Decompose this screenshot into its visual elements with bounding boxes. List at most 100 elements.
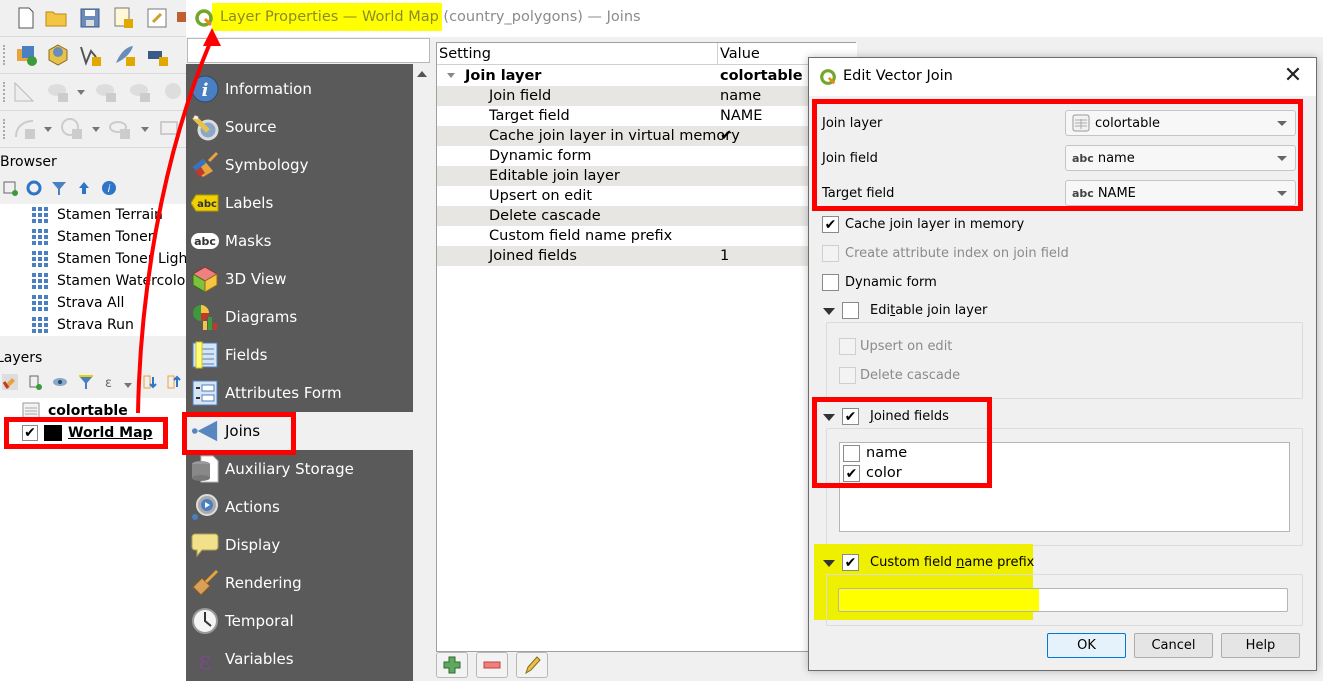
cache-join-layer-checkbox[interactable]: ✔: [822, 216, 839, 233]
offset-icon[interactable]: [162, 80, 186, 104]
open-project-icon[interactable]: [44, 6, 68, 30]
new-virtual-layer-icon[interactable]: [145, 43, 169, 67]
sidebar-item-diagrams[interactable]: Diagrams: [186, 298, 413, 336]
dynamic-form-label[interactable]: Dynamic form: [845, 275, 937, 290]
sidebar-item-display[interactable]: Display: [186, 526, 413, 564]
scroll-up-arrow-icon[interactable]: [417, 71, 427, 77]
expand-all-icon[interactable]: [142, 374, 158, 390]
browser-item[interactable]: Stamen Watercolor: [32, 270, 186, 292]
browser-toolbar: i: [0, 177, 186, 201]
properties-info-icon[interactable]: i: [101, 180, 117, 196]
filter-icon[interactable]: [51, 180, 67, 196]
dropdown-arrow-icon[interactable]: [92, 127, 100, 132]
collapse-arrow-icon[interactable]: [823, 560, 835, 567]
editable-join-layer-label[interactable]: Editable join layer: [870, 303, 987, 318]
sidebar-item-actions[interactable]: Actions: [186, 488, 413, 526]
new-print-layout-icon[interactable]: [112, 6, 136, 30]
table-row[interactable]: Upsert on edit: [437, 186, 857, 206]
refresh-icon[interactable]: [26, 180, 42, 196]
sidebar-scrollbar[interactable]: [413, 64, 430, 681]
sidebar-item-symbology[interactable]: Symbology: [186, 146, 413, 184]
table-row[interactable]: Joined fields 1: [437, 246, 857, 266]
add-circular-string-icon[interactable]: [13, 117, 37, 141]
sidebar-search-input[interactable]: [187, 38, 430, 63]
sidebar-item-labels[interactable]: abc Labels: [186, 184, 413, 222]
ok-button[interactable]: OK: [1047, 633, 1126, 658]
browser-tree[interactable]: Stamen Terrain Stamen Toner Stamen Toner…: [0, 204, 186, 336]
custom-prefix-input[interactable]: [838, 588, 1288, 612]
dropdown-arrow-icon[interactable]: [141, 127, 149, 132]
browser-item[interactable]: Stamen Toner Light: [32, 248, 186, 270]
sidebar-item-source[interactable]: Source: [186, 108, 413, 146]
browser-item[interactable]: Strava All: [32, 292, 124, 314]
cache-join-layer-label[interactable]: Cache join layer in memory: [845, 217, 1024, 232]
remove-join-button[interactable]: [476, 652, 508, 678]
table-row[interactable]: Cache join layer in virtual memory ✔: [437, 126, 857, 146]
custom-prefix-checkbox[interactable]: ✔: [842, 554, 859, 571]
toolbar-grip[interactable]: [3, 45, 5, 65]
new-shapefile-icon[interactable]: [78, 43, 102, 67]
add-rectangle-icon[interactable]: [158, 117, 182, 141]
table-row[interactable]: Dynamic form: [437, 146, 857, 166]
dynamic-form-checkbox[interactable]: [822, 274, 839, 291]
sidebar-item-attributes-form[interactable]: Attributes Form: [186, 374, 413, 412]
sidebar-item-variables[interactable]: ε Variables: [186, 640, 413, 678]
sidebar-item-fields[interactable]: Fields: [186, 336, 413, 374]
dropdown-arrow-icon[interactable]: [77, 90, 85, 95]
toolbar-grip[interactable]: [3, 119, 5, 139]
sidebar-item-rendering[interactable]: Rendering: [186, 564, 413, 602]
add-group-icon[interactable]: [27, 374, 43, 390]
toolbar-grip[interactable]: [3, 82, 5, 102]
table-row[interactable]: Target field NAME: [437, 106, 857, 126]
add-circle-icon[interactable]: [60, 117, 84, 141]
collapse-arrow-icon[interactable]: [823, 308, 835, 315]
rotate-feature-icon[interactable]: [94, 80, 118, 104]
table-row[interactable]: Editable join layer: [437, 166, 857, 186]
style-panel-icon[interactable]: [2, 374, 18, 390]
browser-item[interactable]: Stamen Terrain: [32, 204, 163, 226]
dropdown-arrow-icon[interactable]: [44, 127, 52, 132]
joins-tree-table[interactable]: Setting Value Join layer colortable Join…: [436, 42, 857, 652]
collapse-all-icon[interactable]: [76, 180, 92, 196]
sidebar-item-masks[interactable]: abc Masks: [186, 222, 413, 260]
dialog-titlebar: Edit Vector Join ✕: [809, 58, 1316, 96]
table-row[interactable]: Custom field name prefix: [437, 226, 857, 246]
data-source-manager-icon[interactable]: [14, 43, 38, 67]
cancel-button[interactable]: Cancel: [1134, 633, 1213, 658]
sidebar-item-auxiliary-storage[interactable]: Auxiliary Storage: [186, 450, 413, 488]
sidebar-item-information[interactable]: i Information: [186, 70, 413, 108]
move-feature-icon[interactable]: [46, 80, 70, 104]
custom-prefix-label[interactable]: Custom field name prefix: [870, 555, 1034, 570]
dropdown-arrow-icon[interactable]: [124, 383, 132, 388]
expand-arrow-icon[interactable]: [447, 73, 455, 78]
manage-visibility-icon[interactable]: [52, 374, 68, 390]
close-icon[interactable]: ✕: [1282, 65, 1304, 88]
measure-icon[interactable]: [12, 80, 36, 104]
add-selected-layers-icon[interactable]: [2, 180, 18, 196]
scale-feature-icon[interactable]: [128, 80, 152, 104]
new-project-icon[interactable]: [14, 6, 38, 30]
help-button[interactable]: Help: [1221, 633, 1300, 658]
filter-legend-icon[interactable]: [78, 374, 94, 390]
column-header-setting[interactable]: Setting: [437, 43, 718, 65]
browser-item[interactable]: Strava Run: [32, 314, 134, 336]
edit-join-button[interactable]: [516, 652, 548, 678]
sidebar-item-3d-view[interactable]: 3D View: [186, 260, 413, 298]
table-row[interactable]: Join field name: [437, 86, 857, 106]
layout-manager-icon[interactable]: [145, 6, 169, 30]
data-source-toolbar: [0, 37, 186, 74]
join-row-parent[interactable]: Join layer colortable: [437, 66, 857, 86]
add-join-button[interactable]: [436, 652, 468, 678]
editable-join-layer-checkbox[interactable]: [842, 302, 859, 319]
svg-text:abc: abc: [197, 199, 217, 210]
table-row[interactable]: Delete cascade: [437, 206, 857, 226]
xyz-tile-icon: [32, 229, 48, 245]
browser-item[interactable]: Stamen Toner: [32, 226, 154, 248]
save-project-icon[interactable]: [78, 6, 102, 30]
add-ellipse-icon[interactable]: [108, 117, 132, 141]
new-geopackage-icon[interactable]: [46, 43, 70, 67]
collapse-all-icon[interactable]: [166, 374, 182, 390]
sidebar-item-temporal[interactable]: Temporal: [186, 602, 413, 640]
filter-by-expression-icon[interactable]: ε: [103, 374, 119, 390]
new-temporary-layer-icon[interactable]: [112, 43, 136, 67]
